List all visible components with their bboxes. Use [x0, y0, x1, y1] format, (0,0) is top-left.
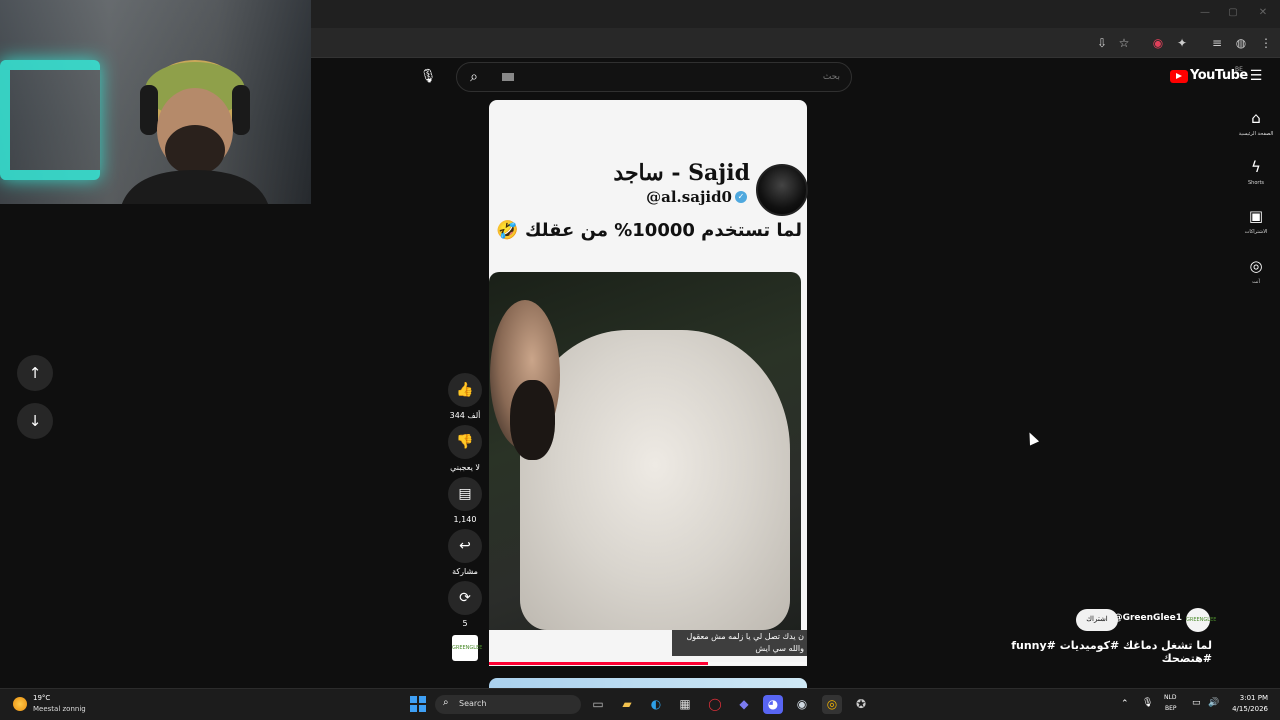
next-short-button[interactable]: ↓: [17, 403, 53, 439]
edge-icon[interactable]: ◐: [646, 695, 666, 714]
chrome-icon[interactable]: ◎: [822, 695, 842, 714]
volume-icon[interactable]: 🔊: [1208, 698, 1219, 708]
maximize-icon[interactable]: ▢: [1226, 6, 1240, 20]
windows-start-icon[interactable]: [410, 696, 427, 713]
creator-handle: @al.sajid0: [646, 188, 732, 206]
hamburger-menu-icon[interactable]: ☰: [1248, 68, 1264, 84]
task-view-icon[interactable]: ▭: [588, 695, 608, 714]
video-person-beard: [510, 380, 555, 460]
minimize-icon[interactable]: —: [1198, 6, 1212, 20]
sidebar-item-label: Shorts: [1247, 180, 1265, 186]
search-text-cursor: [502, 73, 514, 81]
thumbs-up-icon[interactable]: 👍: [448, 373, 482, 407]
keyboard-layout[interactable]: BEP: [1165, 705, 1177, 712]
input-language[interactable]: NLD: [1164, 694, 1176, 701]
install-app-icon[interactable]: ⇩: [1094, 35, 1110, 51]
like-count: 344 ألف: [449, 411, 481, 420]
opera-icon[interactable]: ◯: [705, 695, 725, 714]
mouse-cursor: [1024, 430, 1040, 446]
extension-icon[interactable]: ◉: [1150, 35, 1166, 51]
youtube-region: BE: [1235, 66, 1243, 73]
sidebar-item-label: أنت: [1252, 279, 1260, 285]
dislike-label: لا يعجبني: [450, 463, 480, 472]
webcam-person: [122, 60, 268, 204]
sidebar-item-you[interactable]: ◎ أنت: [1232, 256, 1280, 285]
share-label: مشاركة: [452, 567, 478, 576]
sidebar-item-subscriptions[interactable]: ▣ الاشتراكات: [1232, 206, 1280, 235]
steam-icon[interactable]: ◉: [792, 695, 812, 714]
weather-description[interactable]: Meestal zonnig: [33, 705, 86, 713]
youtube-play-icon: [1176, 73, 1182, 79]
tray-chevron-up-icon[interactable]: ⌃: [1121, 699, 1129, 709]
app-icon[interactable]: ◆: [734, 695, 754, 714]
clock-time[interactable]: 3:01 PM: [1232, 694, 1268, 702]
microphone-icon[interactable]: 🎙: [1142, 698, 1153, 708]
windows-taskbar: [0, 688, 1280, 720]
previous-short-button[interactable]: ↑: [17, 355, 53, 391]
neon-light: [0, 60, 100, 180]
video-person-shirt: [520, 330, 790, 630]
thumbs-down-icon[interactable]: 👎: [448, 425, 482, 459]
webcam-overlay: [0, 0, 311, 204]
media-control-icon[interactable]: ≡: [1209, 35, 1225, 51]
short-caption: لما تستخدم 10000% من عقلك 🤣: [496, 220, 802, 241]
extensions-puzzle-icon[interactable]: ✦: [1174, 35, 1190, 51]
video-subtitle: ن يدك تصل لي يا زلمه مش معقول والله سي ا…: [672, 630, 807, 656]
channel-name[interactable]: @GreenGlee1: [1110, 613, 1182, 623]
bookmark-star-icon[interactable]: ☆: [1116, 35, 1132, 51]
subscriptions-icon: ▣: [1248, 207, 1264, 225]
progress-bar[interactable]: [489, 662, 709, 665]
like-action[interactable]: 👍 344 ألف: [448, 373, 482, 420]
sound-thumbnail[interactable]: GREENGLEE: [452, 635, 482, 661]
clock-date[interactable]: 4/15/2026: [1226, 705, 1268, 713]
creator-name: ساجد - Sajid: [613, 160, 750, 186]
comment-count: 1,140: [453, 515, 477, 524]
browser-menu-icon[interactable]: ⋮: [1258, 35, 1274, 51]
taskbar-search-label: Search: [459, 699, 487, 708]
channel-avatar[interactable]: GREENGLEE: [1186, 608, 1216, 632]
share-action[interactable]: ↩ مشاركة: [448, 529, 482, 576]
close-icon[interactable]: ✕: [1256, 6, 1270, 20]
search-input[interactable]: [500, 68, 840, 86]
network-icon[interactable]: ▭: [1192, 698, 1201, 708]
search-icon: ⌕: [443, 697, 449, 708]
weather-temperature[interactable]: 19°C: [33, 694, 50, 702]
app-icon-2[interactable]: ✪: [851, 695, 871, 714]
dislike-action[interactable]: 👎 لا يعجبني: [448, 425, 482, 472]
sidebar-item-label: الاشتراكات: [1244, 229, 1268, 235]
sidebar-item-label: الصفحة الرئيسية: [1238, 131, 1274, 137]
creator-avatar: [756, 164, 808, 216]
short-title[interactable]: لما تشغل دماغك #كوميديات #funny #هتضحك: [990, 639, 1212, 665]
store-icon[interactable]: ▦: [675, 695, 695, 714]
home-icon: ⌂: [1251, 109, 1261, 127]
sidebar-item-home[interactable]: ⌂ الصفحة الرئيسية: [1232, 108, 1280, 137]
you-icon: ◎: [1249, 257, 1263, 275]
file-explorer-icon[interactable]: ▰: [617, 695, 637, 714]
voice-search-icon[interactable]: 🎙: [416, 65, 440, 89]
remix-icon[interactable]: ⟳: [448, 581, 482, 615]
discord-icon[interactable]: ◕: [763, 695, 783, 714]
weather-sun-icon[interactable]: [13, 697, 27, 711]
share-icon[interactable]: ↩: [448, 529, 482, 563]
comment-icon[interactable]: ▤: [448, 477, 482, 511]
verified-icon: ✓: [735, 191, 747, 203]
search-icon[interactable]: ⌕: [460, 66, 488, 88]
sidebar-item-shorts[interactable]: ϟ Shorts: [1232, 157, 1280, 186]
comment-action[interactable]: ▤ 1,140: [448, 477, 482, 524]
taskbar-search-box[interactable]: [435, 695, 581, 714]
shorts-icon: ϟ: [1251, 158, 1261, 176]
profile-icon[interactable]: ◍: [1233, 35, 1249, 51]
subscribe-button[interactable]: اشتراك: [1076, 609, 1118, 631]
remix-action[interactable]: ⟳ 5: [448, 581, 482, 628]
remix-count: 5: [462, 619, 468, 628]
